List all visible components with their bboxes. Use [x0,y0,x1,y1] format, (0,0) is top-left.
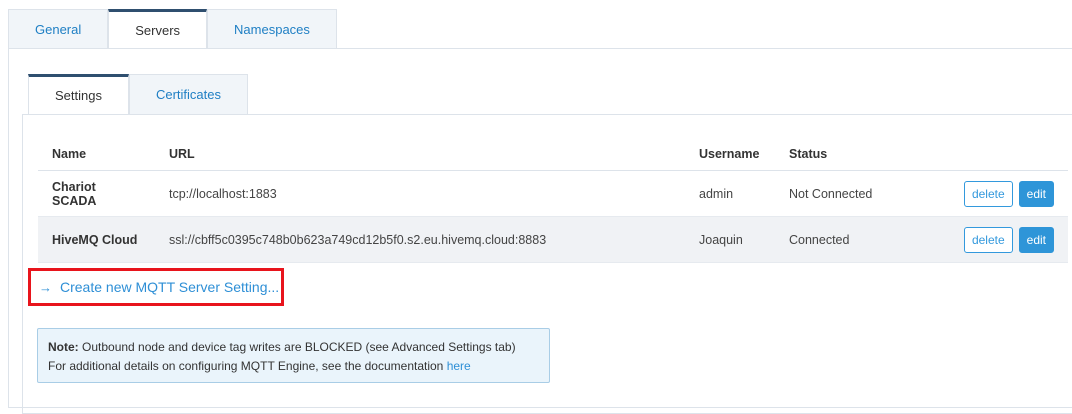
create-mqtt-server-setting-link[interactable]: → Create new MQTT Server Setting... [28,268,284,306]
inner-tab-bar: Settings Certificates [28,74,249,115]
column-header-name: Name [38,138,155,171]
tab-namespaces-label: Namespaces [234,22,310,37]
server-username: admin [685,170,775,217]
tab-servers-label: Servers [135,23,181,38]
note-line-2: For additional details on configuring MQ… [48,357,539,376]
table-row: Chariot SCADA tcp://localhost:1883 admin… [38,170,1068,217]
tab-certificates-label: Certificates [155,87,222,102]
column-header-actions [945,138,1068,171]
row-actions: delete edit [945,170,1068,217]
tab-general-label: General [35,22,82,37]
tab-settings[interactable]: Settings [28,74,129,114]
column-header-status: Status [775,138,945,171]
server-url: tcp://localhost:1883 [155,170,685,217]
server-url: ssl://cbff5c0395c748b0b623a749cd12b5f0.s… [155,216,685,263]
create-link-label: Create new MQTT Server Setting... [60,279,280,295]
server-name: HiveMQ Cloud [38,216,155,263]
table-row: HiveMQ Cloud ssl://cbff5c0395c748b0b623a… [38,216,1068,263]
tab-certificates[interactable]: Certificates [128,74,249,114]
delete-button[interactable]: delete [963,180,1013,207]
server-status: Not Connected [775,170,945,217]
documentation-link[interactable]: here [447,359,471,373]
note-line-2-text: For additional details on configuring MQ… [48,359,447,373]
info-note: Note: Outbound node and device tag write… [37,328,550,383]
tab-servers[interactable]: Servers [108,9,208,49]
outer-tab-bar: General Servers Namespaces [8,9,337,49]
note-prefix: Note: [48,340,79,354]
note-line-1-text: Outbound node and device tag writes are … [78,340,516,354]
server-username: Joaquin [685,216,775,263]
edit-button[interactable]: edit [1018,180,1054,207]
tab-namespaces[interactable]: Namespaces [207,9,337,49]
row-actions: delete edit [945,216,1068,263]
server-status: Connected [775,216,945,263]
delete-button[interactable]: delete [963,226,1013,253]
note-line-1: Note: Outbound node and device tag write… [48,338,539,357]
tab-settings-label: Settings [55,88,102,103]
column-header-url: URL [155,138,685,171]
edit-button[interactable]: edit [1018,226,1054,253]
table-header-row: Name URL Username Status [38,138,1068,171]
arrow-right-icon: → [39,279,52,295]
server-name: Chariot SCADA [38,170,155,217]
column-header-username: Username [685,138,775,171]
tab-general[interactable]: General [8,9,109,49]
servers-table: Name URL Username Status Chariot SCADA t… [38,138,1068,263]
